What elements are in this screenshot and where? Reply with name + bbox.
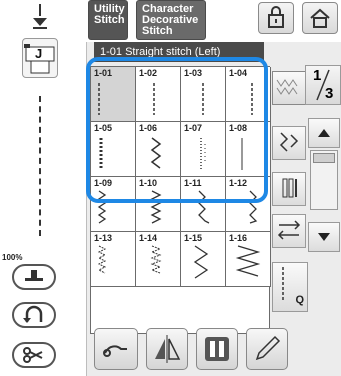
presser-foot-lift-button[interactable] (12, 264, 56, 290)
stitch-code: 1-16 (229, 233, 248, 243)
scroll-up-button[interactable] (308, 118, 340, 148)
stitch-code: 1-02 (139, 68, 158, 78)
single-needle-icon (282, 178, 297, 198)
home-button[interactable] (302, 2, 338, 34)
twin-needle-button[interactable] (196, 328, 238, 370)
scroll-down-button[interactable] (308, 222, 340, 252)
edit-pencil-button[interactable] (246, 328, 288, 370)
stitch-code: 1-04 (229, 68, 248, 78)
stitch-code: 1-08 (229, 123, 248, 133)
tab-utility-label-2: Stitch (94, 14, 125, 26)
stitch-1-12[interactable]: 1-12 (226, 177, 271, 232)
stitch-1-15[interactable]: 1-15 (181, 232, 226, 287)
triple-stitch-icon (99, 138, 103, 170)
stitch-1-13[interactable]: 1-13 (91, 232, 136, 287)
foot-lift-icon (25, 270, 43, 281)
straight-stitch-icon (202, 83, 204, 115)
straight-stitch-icon (251, 83, 253, 115)
stitch-1-14[interactable]: 1-14 (136, 232, 181, 287)
lock-icon (268, 6, 284, 28)
stitch-code: 1-06 (139, 123, 158, 133)
twin-needle-icon (205, 337, 229, 361)
q-label: Q (295, 294, 304, 306)
stitch-1-01[interactable]: 1-01 (91, 67, 136, 122)
stitch-code: 1-14 (139, 233, 158, 243)
three-step-zigzag-icon (97, 245, 107, 274)
presser-foot-indicator[interactable]: J (22, 38, 58, 78)
basting-stitch-icon (241, 138, 243, 170)
stitch-code: 1-13 (94, 233, 113, 243)
mirror-image-button[interactable] (146, 328, 188, 370)
tab-character-label-3: Stitch (142, 25, 173, 37)
stitch-code: 1-10 (139, 178, 158, 188)
pattern-preview-icon (276, 79, 298, 95)
bobbin-winding-button[interactable] (94, 328, 138, 370)
stitch-direction-button[interactable] (272, 214, 306, 248)
stem-stitch-icon (150, 137, 162, 169)
zigzag-stitch-icon (97, 190, 107, 224)
stitch-1-06[interactable]: 1-06 (136, 122, 181, 177)
lock-button[interactable] (258, 2, 294, 34)
stitch-1-05[interactable]: 1-05 (91, 122, 136, 177)
stitch-code: 1-11 (184, 178, 202, 188)
stitch-code: 1-05 (94, 123, 113, 133)
stitch-1-03[interactable]: 1-03 (181, 67, 226, 122)
mirror-triangle-icon (155, 335, 181, 363)
thread-cutter-button[interactable] (12, 342, 56, 368)
pencil-icon (255, 335, 281, 361)
left-column: J 100% (0, 0, 84, 376)
zoom-level: 100% (2, 253, 23, 262)
stitch-1-10[interactable]: 1-10 (136, 177, 181, 232)
page-indicator: 1 3 (305, 65, 341, 105)
reverse-stitch-button[interactable] (12, 302, 56, 328)
slash-icon (316, 69, 330, 101)
stitch-code: 1-12 (229, 178, 248, 188)
stitch-1-02[interactable]: 1-02 (136, 67, 181, 122)
page-total: 3 (325, 85, 334, 102)
three-step-zigzag-icon (150, 245, 162, 274)
scrollbar-track[interactable] (310, 150, 338, 210)
scissors-icon (23, 347, 43, 363)
zigzag-stitch-icon (249, 190, 258, 224)
stitch-1-07[interactable]: 1-07 (181, 122, 226, 177)
needle-threader-icon (103, 345, 127, 357)
decorative-straight-icon (200, 138, 206, 170)
stitch-1-16[interactable]: 1-16 (226, 232, 271, 287)
zigzag-stitch-icon (198, 190, 210, 224)
stitch-1-04[interactable]: 1-04 (226, 67, 271, 122)
stitch-code: 1-07 (184, 123, 203, 133)
stitch-1-11[interactable]: 1-11 (181, 177, 226, 232)
overcast-stitch-icon (193, 245, 209, 279)
tab-character-decorative[interactable]: Character Decorative Stitch (136, 0, 206, 40)
stitch-code: 1-03 (184, 68, 203, 78)
stitch-code: 1-15 (184, 233, 203, 243)
stitch-mode-button[interactable] (272, 71, 306, 105)
stitch-code: 1-01 (94, 68, 113, 78)
direction-arrows-icon (277, 220, 301, 240)
needle-icon (33, 4, 47, 29)
stitch-preview-line (39, 96, 41, 236)
needle-mode-button[interactable] (272, 172, 306, 206)
stitch-1-09[interactable]: 1-09 (91, 177, 136, 232)
presser-foot-label: J (35, 46, 43, 61)
stitch-grid: 1-01 1-02 1-03 1-04 1-05 1-06 1-07 1-08 … (90, 66, 271, 334)
q-button[interactable]: Q (272, 262, 308, 312)
chevron-down-icon (318, 233, 330, 241)
tab-utility-stitch[interactable]: Utility Stitch (88, 0, 128, 40)
straight-stitch-icon (153, 83, 155, 115)
stitch-code: 1-09 (94, 178, 113, 188)
mirror-button[interactable] (272, 126, 306, 160)
mirror-stitch-icon (279, 132, 299, 152)
stitch-1-08[interactable]: 1-08 (226, 122, 271, 177)
zigzag-stitch-icon (150, 190, 162, 224)
overcast-stitch-icon (235, 245, 261, 277)
stitch-title: 1-01 Straight stitch (Left) (94, 42, 264, 62)
home-icon (310, 8, 330, 28)
reverse-icon (23, 305, 43, 323)
chevron-up-icon (318, 129, 330, 137)
scrollbar-thumb[interactable] (313, 153, 335, 163)
straight-stitch-icon (98, 83, 100, 115)
